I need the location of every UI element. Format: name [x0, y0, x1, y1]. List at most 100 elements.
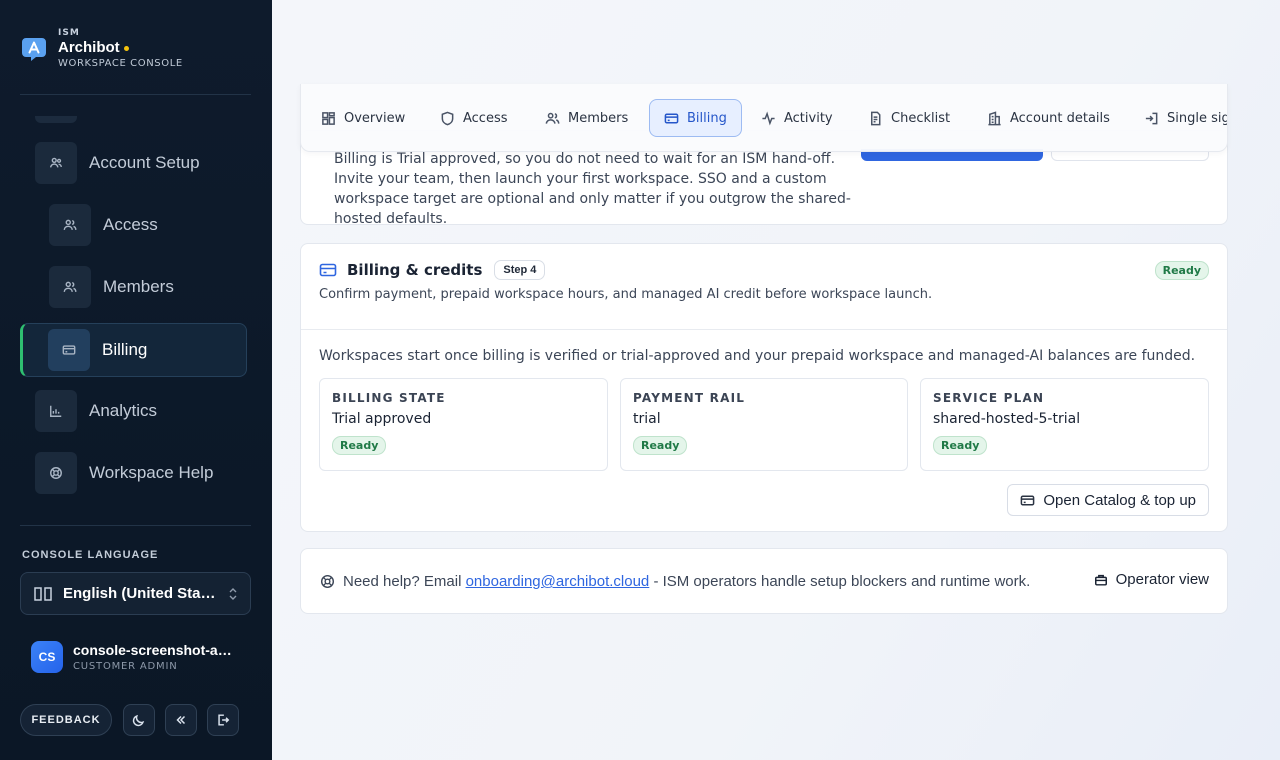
- brand[interactable]: ISM Archibot WORKSPACE CONSOLE: [20, 28, 183, 70]
- sidebar-item-analytics[interactable]: Analytics: [35, 384, 157, 438]
- section-tabs: Overview Access Members Billing Activity…: [300, 84, 1228, 152]
- building-icon: [988, 110, 1001, 125]
- user-profile[interactable]: CS console-screenshot-admin CUSTOMER ADM…: [31, 641, 238, 673]
- sidebar-item-account-setup[interactable]: Account Setup: [35, 136, 200, 190]
- help-suffix: - ISM operators handle setup blockers an…: [653, 573, 1031, 590]
- stat-label: BILLING STATE: [332, 391, 446, 405]
- tab-label: Activity: [784, 110, 833, 126]
- log-out-icon: [218, 714, 230, 726]
- stat-label: PAYMENT RAIL: [633, 391, 746, 405]
- language-value: English (United States): [63, 585, 220, 602]
- payment-rail-stat: PAYMENT RAIL trial Ready: [620, 378, 908, 471]
- life-buoy-icon: [35, 452, 77, 494]
- briefcase-icon: [1094, 574, 1107, 586]
- tab-label: Single sign-on: [1167, 110, 1228, 126]
- tab-account-details[interactable]: Account details: [973, 99, 1124, 137]
- stat-label: SERVICE PLAN: [933, 391, 1045, 405]
- chevrons-left-icon: [176, 715, 186, 725]
- user-role: CUSTOMER ADMIN: [73, 661, 178, 672]
- support-email-link[interactable]: onboarding@archibot.cloud: [466, 573, 650, 590]
- tab-label: Account details: [1010, 110, 1110, 126]
- tab-label: Members: [568, 110, 629, 126]
- status-badge: Ready: [1154, 261, 1209, 280]
- tab-label: Checklist: [891, 110, 951, 126]
- billing-card: Billing & credits Step 4 Ready Confirm p…: [300, 243, 1228, 532]
- service-plan-stat: SERVICE PLAN shared-hosted-5-trial Ready: [920, 378, 1209, 471]
- theme-toggle-button[interactable]: [123, 704, 155, 736]
- sidebar-item-label: Billing: [102, 340, 148, 359]
- open-catalog-button[interactable]: Open Catalog & top up: [1007, 484, 1209, 516]
- sidebar: ISM Archibot WORKSPACE CONSOLE Account S…: [0, 0, 272, 760]
- tab-label: Overview: [344, 110, 406, 126]
- tab-access[interactable]: Access: [426, 99, 522, 137]
- status-badge: Ready: [633, 436, 688, 455]
- collapse-sidebar-button[interactable]: [165, 704, 197, 736]
- step-badge: Step 4: [494, 260, 546, 280]
- sidebar-divider: [20, 525, 251, 526]
- tab-label: Billing: [687, 110, 727, 126]
- sign-in-icon: [1145, 112, 1158, 124]
- chevron-up-down-icon: [229, 587, 237, 600]
- tab-single-sign-on[interactable]: Single sign-on: [1130, 99, 1228, 137]
- billing-subtitle: Confirm payment, prepaid workspace hours…: [319, 287, 933, 302]
- billing-divider: [301, 329, 1227, 330]
- tab-label: Access: [463, 110, 508, 126]
- users-cog-icon: [35, 142, 77, 184]
- intro-text: Billing is Trial approved, so you do not…: [334, 151, 851, 227]
- shield-icon: [441, 111, 454, 125]
- brand-org: ISM: [58, 28, 80, 38]
- sidebar-item-label: Access: [103, 215, 158, 234]
- tab-overview[interactable]: Overview: [307, 99, 419, 137]
- brand-name: Archibot: [58, 39, 120, 56]
- language-label: CONSOLE LANGUAGE: [22, 549, 159, 561]
- operator-view-button[interactable]: Operator view: [1094, 571, 1209, 588]
- grid-icon: [322, 111, 335, 125]
- operator-view-label: Operator view: [1115, 571, 1209, 588]
- status-badge: Ready: [332, 436, 387, 455]
- credit-card-icon: [319, 263, 337, 277]
- billing-description: Workspaces start once billing is verifie…: [319, 348, 1196, 364]
- credit-card-icon: [664, 113, 679, 123]
- user-name: console-screenshot-admin: [73, 642, 238, 658]
- status-dot-icon: [123, 45, 129, 51]
- sidebar-item-access[interactable]: Access: [49, 198, 158, 252]
- help-card: Need help? Email onboarding@archibot.clo…: [300, 548, 1228, 614]
- help-prefix: Need help? Email: [343, 573, 462, 590]
- sidebar-item-members[interactable]: Members: [49, 260, 174, 314]
- stat-value: Trial approved: [332, 411, 432, 427]
- users-icon: [49, 204, 91, 246]
- book-open-icon: [34, 586, 52, 601]
- avatar: CS: [31, 641, 63, 673]
- tab-activity[interactable]: Activity: [747, 99, 847, 137]
- sidebar-item-workspace-help[interactable]: Workspace Help: [35, 446, 213, 500]
- sign-out-button[interactable]: [207, 704, 239, 736]
- users-icon: [49, 266, 91, 308]
- nav-scroll-stub: [35, 116, 77, 123]
- credit-card-icon: [48, 329, 90, 371]
- stat-value: trial: [633, 411, 661, 427]
- language-select[interactable]: English (United States): [20, 572, 251, 615]
- sidebar-item-label: Members: [103, 277, 174, 296]
- users-icon: [545, 112, 560, 124]
- sidebar-item-label: Analytics: [89, 401, 158, 420]
- tab-members[interactable]: Members: [531, 99, 642, 137]
- activity-icon: [762, 111, 775, 125]
- bar-chart-icon: [35, 390, 77, 432]
- billing-title: Billing & credits: [347, 261, 483, 279]
- tab-billing[interactable]: Billing: [649, 99, 742, 137]
- life-buoy-icon: [320, 574, 335, 589]
- sidebar-item-billing[interactable]: Billing: [20, 323, 247, 377]
- archibot-logo-icon: [22, 38, 46, 61]
- status-badge: Ready: [933, 436, 988, 455]
- open-catalog-label: Open Catalog & top up: [1043, 491, 1196, 509]
- sidebar-item-label: Account Setup: [89, 153, 200, 172]
- billing-state-stat: BILLING STATE Trial approved Ready: [319, 378, 608, 471]
- feedback-button[interactable]: FEEDBACK: [20, 704, 112, 736]
- sidebar-item-label: Workspace Help: [89, 463, 214, 482]
- checklist-icon: [871, 111, 881, 125]
- credit-card-icon: [1021, 495, 1035, 505]
- brand-subtitle: WORKSPACE CONSOLE: [58, 58, 183, 69]
- tab-checklist[interactable]: Checklist: [854, 99, 964, 137]
- stat-value: shared-hosted-5-trial: [933, 411, 1081, 427]
- sidebar-divider: [20, 94, 251, 95]
